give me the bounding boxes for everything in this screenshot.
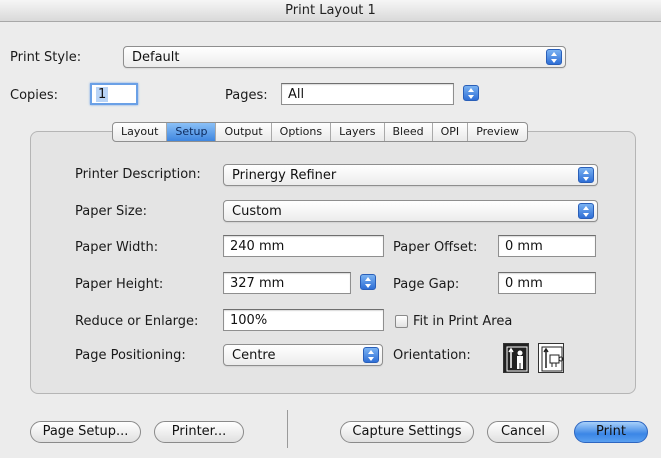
printer-description-value: Prinergy Refiner [232, 168, 337, 183]
paper-height-value: 327 mm [230, 276, 285, 291]
page-setup-button[interactable]: Page Setup... [30, 421, 141, 443]
popup-arrows-icon [360, 274, 376, 290]
printer-description-label: Printer Description: [75, 167, 201, 182]
popup-arrows-icon [463, 85, 479, 101]
popup-arrows-icon [578, 203, 594, 219]
paper-offset-value: 0 mm [505, 239, 543, 254]
tab-options[interactable]: Options [272, 123, 332, 141]
printer-description-popup[interactable]: Prinergy Refiner [223, 164, 598, 186]
portrait-orientation-icon[interactable] [503, 343, 529, 373]
print-dialog-window: Print Layout 1 Print Style: Default Copi… [0, 0, 661, 458]
copies-value: 1 [96, 87, 109, 102]
fit-in-print-area-checkbox[interactable] [395, 315, 408, 328]
popup-arrows-icon [578, 167, 594, 183]
page-positioning-label: Page Positioning: [75, 348, 186, 363]
page-positioning-value: Centre [232, 348, 276, 363]
reduce-enlarge-field[interactable]: 100% [223, 309, 384, 331]
paper-height-label: Paper Height: [75, 277, 164, 292]
orientation-label: Orientation: [393, 348, 471, 363]
tab-bleed[interactable]: Bleed [385, 123, 433, 141]
paper-size-label: Paper Size: [75, 204, 148, 219]
page-gap-label: Page Gap: [393, 277, 460, 292]
capture-settings-button[interactable]: Capture Settings [340, 421, 474, 443]
paper-offset-field[interactable]: 0 mm [498, 235, 596, 257]
tab-layers[interactable]: Layers [331, 123, 385, 141]
tab-setup[interactable]: Setup [167, 123, 217, 141]
button-divider [287, 410, 288, 448]
pages-label: Pages: [225, 88, 268, 103]
pages-popup[interactable] [459, 83, 483, 105]
print-style-label: Print Style: [10, 50, 82, 65]
printer-button[interactable]: Printer... [154, 421, 244, 443]
print-style-value: Default [132, 50, 180, 65]
tab-opi[interactable]: OPI [433, 123, 469, 141]
page-gap-value: 0 mm [505, 276, 543, 291]
print-style-popup[interactable]: Default [123, 46, 566, 68]
paper-size-value: Custom [232, 204, 282, 219]
popup-arrows-icon [363, 347, 379, 363]
fit-in-print-area-label[interactable]: Fit in Print Area [413, 314, 512, 329]
paper-width-value: 240 mm [230, 239, 285, 254]
paper-offset-label: Paper Offset: [393, 240, 478, 255]
page-positioning-popup[interactable]: Centre [223, 344, 383, 366]
landscape-orientation-icon[interactable] [538, 343, 564, 373]
paper-height-field[interactable]: 327 mm [223, 272, 351, 294]
tab-layout[interactable]: Layout [113, 123, 168, 141]
reduce-enlarge-value: 100% [230, 313, 268, 328]
copies-field[interactable]: 1 [90, 83, 138, 105]
tab-output[interactable]: Output [216, 123, 272, 141]
paper-height-popup[interactable] [356, 272, 380, 294]
reduce-enlarge-label: Reduce or Enlarge: [75, 314, 199, 329]
page-gap-field[interactable]: 0 mm [498, 272, 596, 294]
pages-value: All [288, 87, 305, 102]
paper-width-field[interactable]: 240 mm [223, 235, 384, 257]
popup-arrows-icon [546, 49, 562, 65]
window-title: Print Layout 1 [0, 0, 661, 22]
paper-width-label: Paper Width: [75, 240, 159, 255]
cancel-button[interactable]: Cancel [487, 421, 559, 443]
tab-preview[interactable]: Preview [468, 123, 527, 141]
pages-field[interactable]: All [281, 83, 454, 105]
copies-label: Copies: [10, 88, 59, 103]
print-button[interactable]: Print [574, 421, 648, 443]
paper-size-popup[interactable]: Custom [223, 200, 598, 222]
tab-bar: Layout Setup Output Options Layers Bleed… [112, 122, 529, 142]
